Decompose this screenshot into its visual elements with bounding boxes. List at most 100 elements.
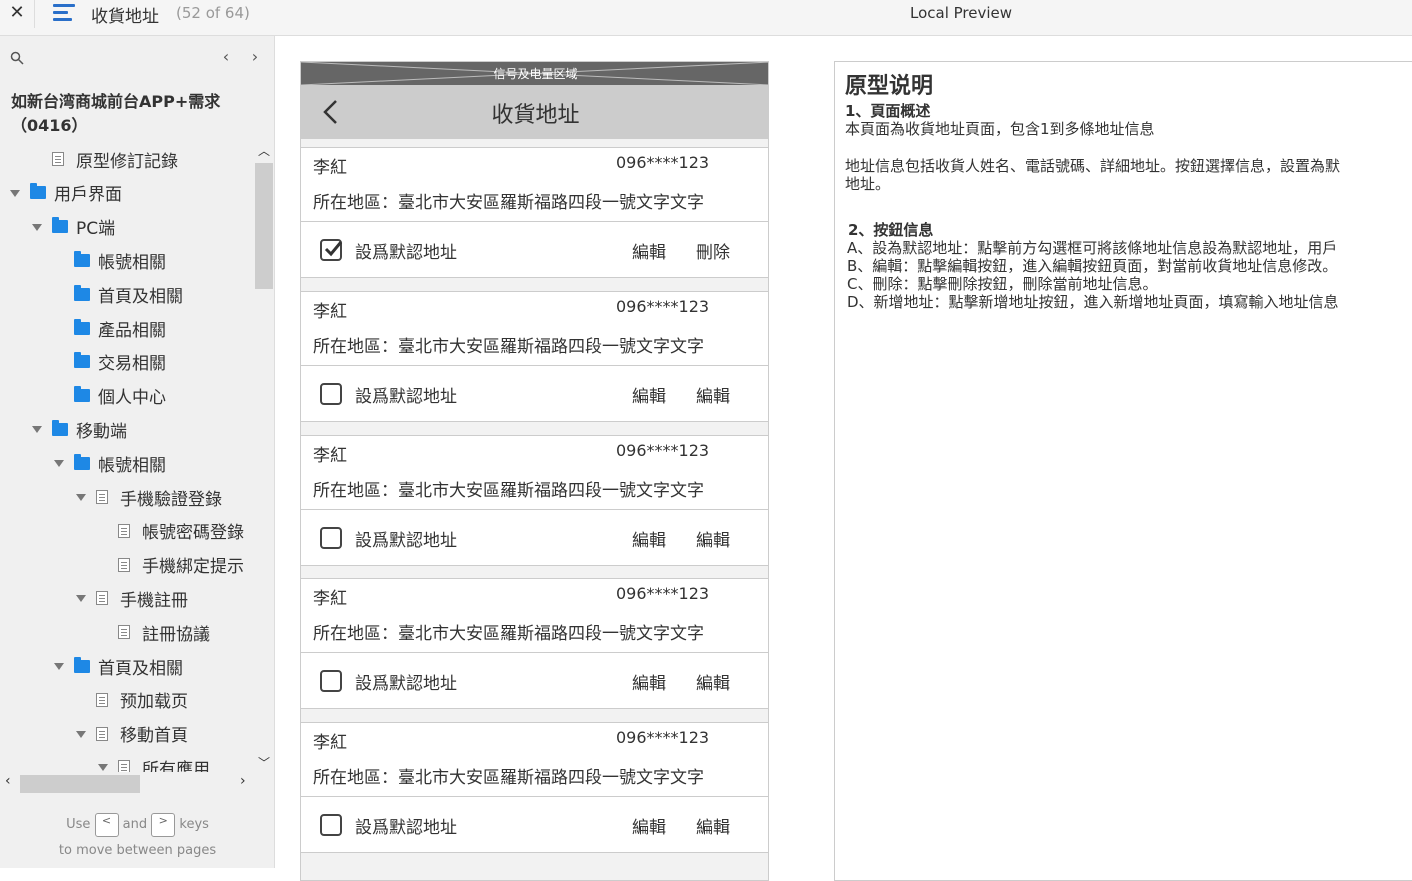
tree-item[interactable]: 手機驗證登錄 <box>76 480 222 514</box>
tree-item[interactable]: 帳號相關 <box>54 446 166 480</box>
delete-button[interactable]: 刪除 <box>696 238 730 263</box>
expand-caret-icon[interactable] <box>76 593 86 603</box>
top-bar: ✕ 收貨地址 (52 of 64) Local Preview <box>0 0 1412 36</box>
tree-item[interactable]: 手機綁定提示 <box>98 548 244 582</box>
notes-text: B、編輯：點擊編輯按鈕，進入編輯按鈕頁面，對當前收貨地址信息修改。 <box>847 257 1338 275</box>
phone-mockup: 信号及电量区域 收貨地址 李紅 096****123 所在地區：臺北市大安區羅斯福路… <box>300 61 769 881</box>
tree-item[interactable]: PC端 <box>32 210 115 244</box>
address-info[interactable]: 李紅 096****123 所在地區：臺北市大安區羅斯福路四段一號文字文字 <box>301 722 768 798</box>
edit-button[interactable]: 編輯 <box>632 238 666 263</box>
expand-caret-icon[interactable] <box>10 188 20 198</box>
expand-caret-icon[interactable] <box>32 222 42 232</box>
close-icon[interactable]: ✕ <box>0 0 34 28</box>
tree-item-label: 個人中心 <box>98 388 166 409</box>
page-tree: 原型修訂記錄 用戶界面 PC端 帳號相關 首頁及相關 產品相關 交易相關 個人中心 移動端 帳號相… <box>0 142 254 772</box>
edit-button[interactable]: 編輯 <box>632 669 666 694</box>
default-checkbox[interactable] <box>320 670 342 693</box>
tree-item[interactable]: 註冊協議 <box>98 615 210 649</box>
edit-button[interactable]: 編輯 <box>632 526 666 551</box>
tree-item-label: 首頁及相關 <box>98 658 183 679</box>
notes-text: 地址。 <box>845 175 891 193</box>
tree-item[interactable]: 交易相關 <box>54 345 166 379</box>
address-actions: 設爲默認地址 編輯 編輯 <box>301 365 768 422</box>
next-page-icon[interactable]: › <box>247 48 263 66</box>
tree-item-label: 帳號密碼登錄 <box>142 523 244 544</box>
expand-caret-icon[interactable] <box>98 762 108 772</box>
scroll-right-icon[interactable]: › <box>240 773 246 789</box>
set-default-label[interactable]: 設爲默認地址 <box>355 669 457 694</box>
tree-item[interactable]: 個人中心 <box>54 379 166 413</box>
scroll-down-icon[interactable]: ﹀ <box>254 754 274 772</box>
notes-text: D、新增地址：點擊新增地址按鈕，進入新增地址頁面，填寫輸入地址信息 <box>847 293 1339 311</box>
tree-item[interactable]: 首頁及相關 <box>54 649 183 683</box>
address-info[interactable]: 李紅 096****123 所在地區：臺北市大安區羅斯福路四段一號文字文字 <box>301 147 768 222</box>
address-info[interactable]: 李紅 096****123 所在地區：臺北市大安區羅斯福路四段一號文字文字 <box>301 290 768 366</box>
search-icon[interactable] <box>10 51 24 65</box>
expand-caret-icon[interactable] <box>76 492 86 502</box>
set-default-label[interactable]: 設爲默認地址 <box>355 813 457 838</box>
tree-item-label: 手機驗證登錄 <box>120 489 222 510</box>
scroll-up-icon[interactable]: ︿ <box>254 142 274 160</box>
set-default-label[interactable]: 設爲默認地址 <box>355 238 457 263</box>
menu-icon[interactable] <box>53 4 75 22</box>
edit-button[interactable]: 編輯 <box>696 382 730 407</box>
tree-item[interactable]: 帳號密碼登錄 <box>98 514 244 548</box>
address-actions: 設爲默認地址 編輯 刪除 <box>301 222 768 278</box>
default-checkbox[interactable] <box>320 382 342 405</box>
edit-button[interactable]: 編輯 <box>696 526 730 551</box>
scrollbar-thumb[interactable] <box>20 775 140 793</box>
edit-button[interactable]: 編輯 <box>696 813 730 838</box>
tree-item-label: 交易相關 <box>98 354 166 375</box>
page-icon <box>96 591 108 606</box>
page-icon <box>118 760 130 772</box>
address-info[interactable]: 李紅 096****123 所在地區：臺北市大安區羅斯福路四段一號文字文字 <box>301 578 768 654</box>
previous-page-icon[interactable]: ‹ <box>218 48 234 66</box>
edit-button[interactable]: 編輯 <box>696 669 730 694</box>
expand-caret-icon[interactable] <box>76 729 86 739</box>
tree-item[interactable]: 移動首頁 <box>76 717 188 751</box>
tree-item-label: 首頁及相關 <box>98 286 183 307</box>
recipient-name: 李紅 <box>313 158 347 178</box>
tree-item-label: 帳號相關 <box>98 455 166 476</box>
address-actions: 設爲默認地址 編輯 編輯 <box>301 797 768 854</box>
expand-caret-icon[interactable] <box>54 458 64 468</box>
expand-caret-icon[interactable] <box>54 661 64 671</box>
hint-use: Use <box>66 817 91 832</box>
edit-button[interactable]: 編輯 <box>632 813 666 838</box>
scrollbar-thumb[interactable] <box>255 163 273 289</box>
address-region: 所在地區：臺北市大安區羅斯福路四段一號文字文字 <box>313 193 704 213</box>
tree-item[interactable]: 所有應用 <box>98 750 210 772</box>
set-default-label[interactable]: 設爲默認地址 <box>355 382 457 407</box>
default-checkbox[interactable] <box>320 814 342 837</box>
notes-heading: 1、頁面概述 <box>845 102 931 120</box>
folder-icon <box>74 656 90 673</box>
tree-item[interactable]: 手機註冊 <box>76 581 188 615</box>
address-region: 所在地區：臺北市大安區羅斯福路四段一號文字文字 <box>313 768 704 789</box>
tree-item[interactable]: 预加载页 <box>76 683 188 717</box>
expand-caret-icon[interactable] <box>32 424 42 434</box>
default-checkbox[interactable] <box>320 239 343 261</box>
address-actions: 設爲默認地址 編輯 編輯 <box>301 653 768 710</box>
project-title: 如新台湾商城前台APP+需求（0416） <box>11 92 221 135</box>
set-default-label[interactable]: 設爲默認地址 <box>355 526 457 551</box>
tree-item[interactable]: 產品相關 <box>54 311 166 345</box>
preview-title: Local Preview <box>910 4 1013 22</box>
horizontal-scrollbar[interactable]: ‹ › <box>0 772 254 794</box>
tree-item[interactable]: 首頁及相關 <box>54 277 183 311</box>
tree-item-label: 手機綁定提示 <box>142 557 244 578</box>
tree-item[interactable]: 原型修訂記錄 <box>32 142 178 176</box>
tree-item[interactable]: 用戶界面 <box>10 176 122 210</box>
vertical-scrollbar[interactable]: ︿ ﹀ <box>254 142 274 772</box>
page-icon <box>118 523 130 538</box>
recipient-name: 李紅 <box>313 733 347 754</box>
scroll-left-icon[interactable]: ‹ <box>5 773 11 789</box>
tree-item-label: 手機註冊 <box>120 590 188 611</box>
tree-item[interactable]: 帳號相關 <box>54 243 166 277</box>
address-card: 李紅 096****123 所在地區：臺北市大安區羅斯福路四段一號文字文字 設爲默認地… <box>301 578 768 710</box>
folder-icon <box>52 419 68 436</box>
tree-item[interactable]: 移動端 <box>32 412 127 446</box>
tree-item-label: 註冊協議 <box>142 624 210 645</box>
edit-button[interactable]: 編輯 <box>632 382 666 407</box>
address-info[interactable]: 李紅 096****123 所在地區：臺北市大安區羅斯福路四段一號文字文字 <box>301 434 768 510</box>
default-checkbox[interactable] <box>320 526 342 549</box>
